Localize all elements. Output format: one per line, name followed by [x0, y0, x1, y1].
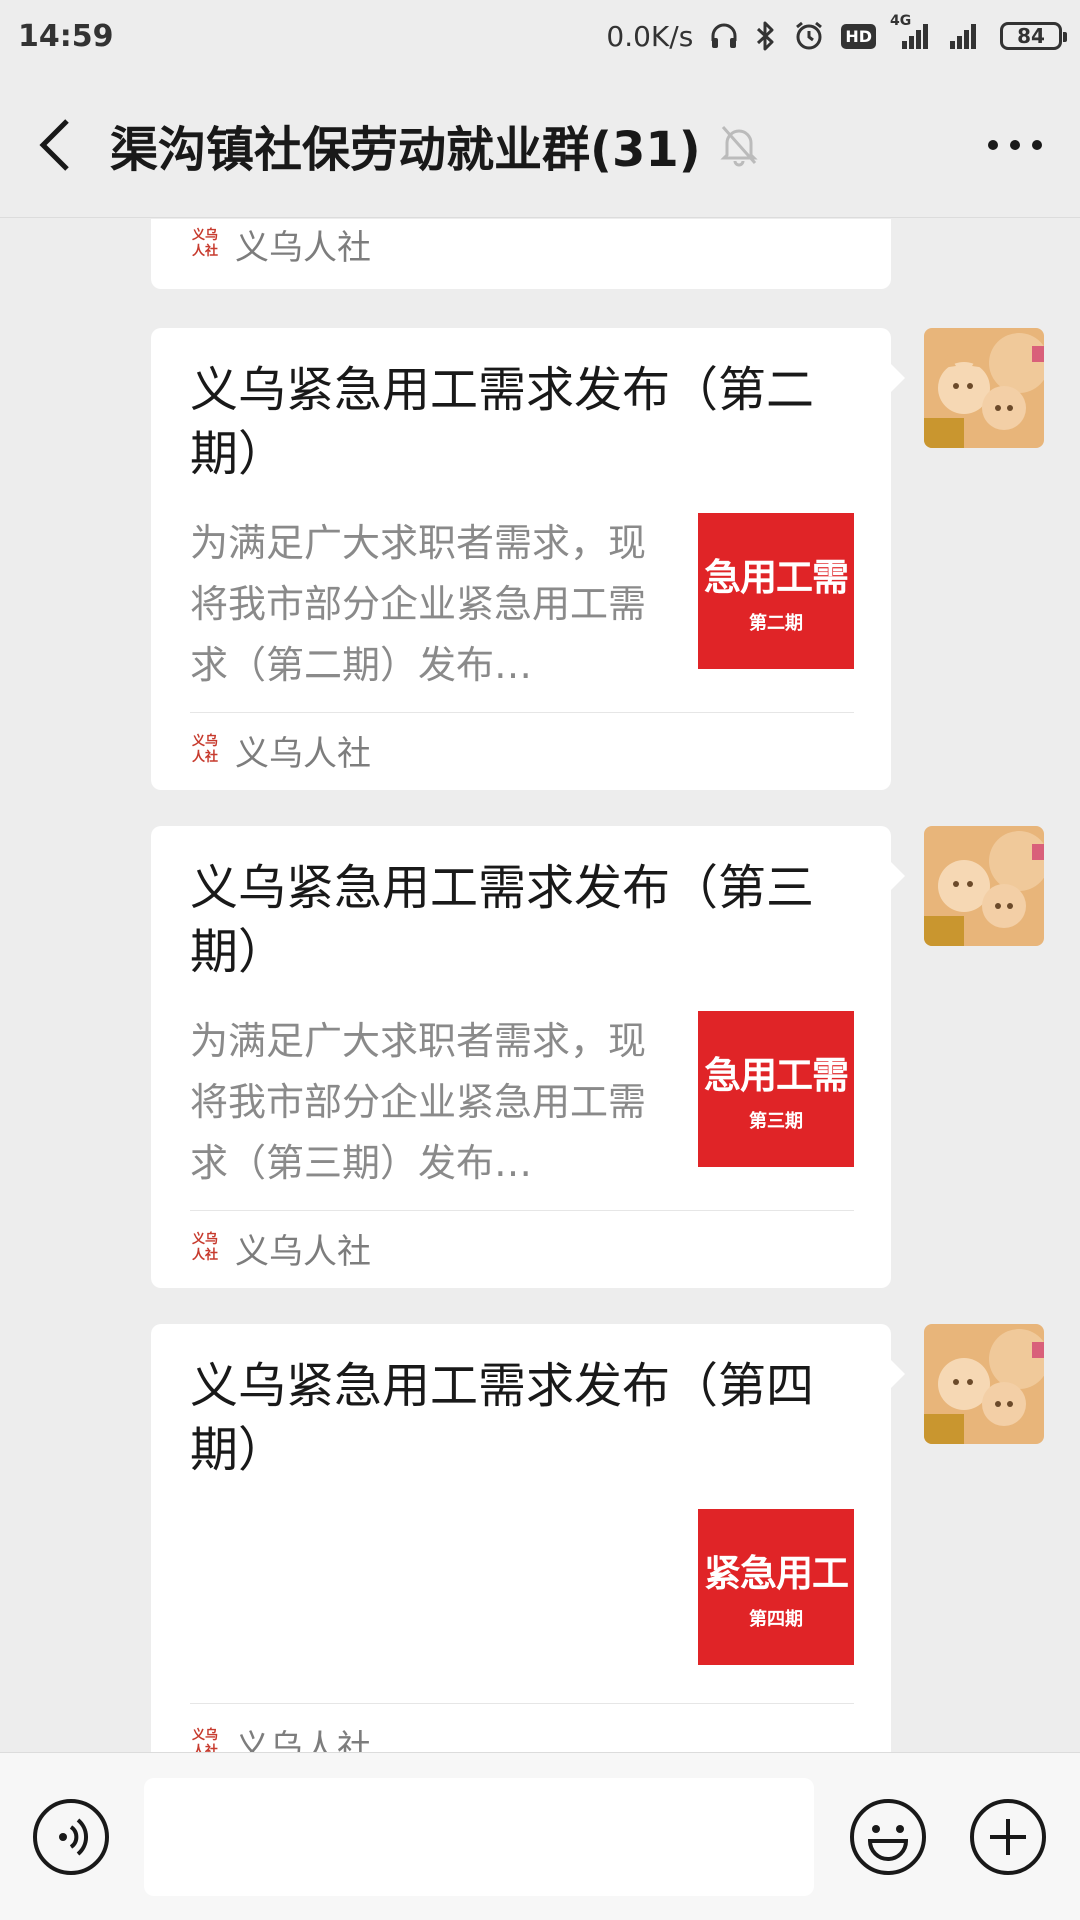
card-divider	[190, 1210, 854, 1211]
article-title: 义乌紧急用工需求发布（第三期）	[190, 860, 815, 980]
status-bar: 14:59 0.0K/s HD 4G 84	[0, 0, 1080, 72]
status-time: 14:59	[18, 18, 114, 54]
article-card[interactable]: 义乌紧急用工需求发布（第四期） 紧急用工 第四期 义乌 人社 义乌人社	[151, 1324, 905, 1753]
source-name: 义乌人社	[235, 1727, 371, 1753]
article-title: 义乌紧急用工需求发布（第四期）	[190, 1358, 815, 1478]
emoji-button[interactable]	[848, 1797, 928, 1877]
voice-icon	[33, 1799, 109, 1875]
back-button[interactable]	[0, 72, 110, 218]
cat-avatar-icon	[924, 826, 1044, 946]
alarm-icon	[793, 20, 825, 52]
card-divider	[190, 712, 854, 713]
input-bar	[0, 1752, 1080, 1920]
thumbnail-subtitle: 第二期	[749, 613, 803, 634]
card-source: 义乌 人社 义乌人社	[190, 720, 371, 780]
emoji-icon	[850, 1799, 926, 1875]
more-dots-icon	[988, 139, 1042, 150]
sender-avatar[interactable]	[924, 1324, 1044, 1444]
message-input[interactable]	[144, 1778, 814, 1896]
sender-avatar[interactable]	[924, 826, 1044, 946]
thumbnail-title: 急用工需	[704, 556, 849, 599]
chat-header: 渠沟镇社保劳动就业群(31)	[0, 72, 1080, 218]
article-description: 为满足广大求职者需求，现将我市部分企业紧急用工需求（第三期）发布…	[190, 1019, 647, 1185]
chat-title: 渠沟镇社保劳动就业群(31)	[110, 121, 701, 178]
signal-4g-icon: 4G	[890, 13, 932, 51]
chat-messages[interactable]: 义乌 人社 义乌人社 义乌紧急用工需求发布（第二期） 为满足广大求职者需求，现将我…	[0, 219, 1080, 1752]
cat-avatar-icon	[924, 328, 1044, 448]
more-button[interactable]	[950, 72, 1080, 218]
status-icons: 0.0K/s HD 4G 84	[606, 13, 1067, 53]
bluetooth-icon	[755, 20, 777, 52]
plus-button[interactable]	[968, 1797, 1048, 1877]
article-card[interactable]: 义乌紧急用工需求发布（第二期） 为满足广大求职者需求，现将我市部分企业紧急用工需…	[151, 328, 905, 790]
card-source: 义乌 人社 义乌人社	[190, 1714, 371, 1753]
mute-bell-icon	[719, 123, 759, 167]
source-name: 义乌人社	[235, 227, 371, 268]
article-thumbnail: 急用工需 第二期	[698, 513, 854, 669]
sender-avatar[interactable]	[924, 328, 1044, 448]
source-name: 义乌人社	[235, 733, 371, 774]
back-arrow-icon	[39, 118, 69, 171]
plus-icon	[970, 1799, 1046, 1875]
article-title: 义乌紧急用工需求发布（第二期）	[190, 362, 815, 482]
article-card[interactable]: 义乌紧急用工需求发布（第三期） 为满足广大求职者需求，现将我市部分企业紧急用工需…	[151, 826, 905, 1288]
article-card-partial[interactable]: 义乌 人社 义乌人社	[151, 219, 891, 289]
source-logo-icon: 义乌 人社	[191, 734, 218, 765]
hd-icon: HD	[841, 23, 876, 49]
card-source: 义乌 人社 义乌人社	[190, 219, 371, 274]
article-thumbnail: 急用工需 第三期	[698, 1011, 854, 1167]
card-divider	[190, 1703, 854, 1704]
bubble-tail	[891, 1360, 905, 1388]
signal-icon	[948, 21, 984, 51]
source-name: 义乌人社	[235, 1231, 371, 1272]
card-source: 义乌 人社 义乌人社	[190, 1218, 371, 1278]
network-type: 4G	[890, 13, 912, 29]
thumbnail-subtitle: 第四期	[749, 1609, 803, 1630]
article-description: 为满足广大求职者需求，现将我市部分企业紧急用工需求（第二期）发布…	[190, 521, 647, 687]
bubble-tail	[891, 862, 905, 890]
source-logo-icon: 义乌 人社	[191, 1728, 218, 1752]
voice-button[interactable]	[31, 1797, 111, 1877]
article-thumbnail: 紧急用工 第四期	[698, 1509, 854, 1665]
headphones-icon	[709, 21, 739, 51]
bubble-tail	[891, 364, 905, 392]
battery-icon: 84	[1000, 22, 1067, 50]
network-speed: 0.0K/s	[606, 19, 694, 53]
thumbnail-title: 急用工需	[704, 1054, 849, 1097]
source-logo-icon: 义乌 人社	[191, 1232, 218, 1263]
thumbnail-title: 紧急用工	[704, 1552, 849, 1595]
source-logo-icon: 义乌 人社	[191, 228, 218, 259]
cat-avatar-icon	[924, 1324, 1044, 1444]
thumbnail-subtitle: 第三期	[749, 1111, 803, 1132]
